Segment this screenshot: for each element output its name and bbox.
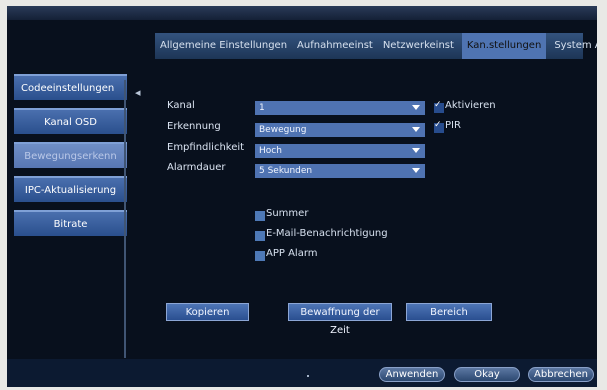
top-bar: [7, 6, 597, 20]
buzzer-checkbox[interactable]: [255, 211, 265, 221]
tab-channel-settings[interactable]: Kan.stellungen: [461, 33, 547, 59]
copy-button[interactable]: Kopieren: [166, 303, 249, 321]
pir-checkbox[interactable]: [434, 120, 444, 133]
chevron-down-icon: [412, 168, 420, 173]
ok-button[interactable]: Okay: [454, 367, 520, 382]
sensitivity-select[interactable]: Hoch: [255, 144, 425, 158]
detection-label: Erkennung: [167, 121, 221, 132]
app-alarm-checkbox[interactable]: [255, 251, 265, 261]
email-checkbox[interactable]: [255, 231, 265, 241]
settings-tabs: Allgemeine Einstellungen Aufnahmeeinst N…: [155, 33, 597, 59]
pir-label: PIR: [445, 120, 461, 131]
bottom-bar: Anwenden Okay Abbrechen: [7, 359, 597, 387]
detection-value: Bewegung: [259, 125, 307, 135]
email-label: E-Mail-Benachrichtigung: [266, 228, 388, 239]
chevron-down-icon: [412, 127, 420, 132]
area-button[interactable]: Bereich: [406, 303, 492, 321]
alarm-duration-label: Alarmdauer: [167, 162, 226, 173]
sensitivity-value: Hoch: [259, 146, 282, 156]
channel-value: 1: [259, 103, 265, 113]
app-alarm-label: APP Alarm: [266, 248, 318, 259]
tab-general[interactable]: Allgemeine Einstellungen: [155, 33, 292, 59]
sidebar-divider: [124, 80, 126, 358]
cancel-button[interactable]: Abbrechen: [528, 367, 594, 382]
arming-time-button[interactable]: Bewaffnung der Zeit: [288, 303, 392, 336]
mouse-cursor-icon: ◂: [135, 86, 141, 99]
status-dot: [307, 375, 309, 377]
chevron-down-icon: [412, 148, 420, 153]
activate-label: Aktivieren: [445, 100, 496, 111]
sidebar-item-bitrate[interactable]: Bitrate: [14, 210, 127, 236]
tab-network[interactable]: Netzwerkeinst: [378, 33, 459, 59]
activate-checkbox[interactable]: [434, 100, 444, 113]
screen: Allgemeine Einstellungen Aufnahmeeinst N…: [7, 6, 597, 387]
detection-select[interactable]: Bewegung: [255, 123, 425, 137]
tab-recording[interactable]: Aufnahmeeinst: [292, 33, 378, 59]
alarm-duration-select[interactable]: 5 Sekunden: [255, 164, 425, 178]
channel-select[interactable]: 1: [255, 101, 425, 115]
sidebar-item-codeeinstellungen[interactable]: Codeeinstellungen: [14, 74, 127, 100]
sidebar-item-bewegungserkenn[interactable]: Bewegungserkenn: [14, 142, 127, 168]
alarm-duration-value: 5 Sekunden: [259, 166, 313, 176]
sensitivity-label: Empfindlichkeit: [167, 142, 245, 153]
channel-label: Kanal: [167, 100, 195, 111]
apply-button[interactable]: Anwenden: [379, 367, 445, 382]
sidebar-item-kanal-osd[interactable]: Kanal OSD: [14, 108, 127, 134]
tab-system-admin[interactable]: System Admin: [549, 33, 597, 59]
buzzer-label: Summer: [266, 208, 309, 219]
sidebar-item-ipc-aktualisierung[interactable]: IPC-Aktualisierung: [14, 176, 127, 202]
chevron-down-icon: [412, 105, 420, 110]
